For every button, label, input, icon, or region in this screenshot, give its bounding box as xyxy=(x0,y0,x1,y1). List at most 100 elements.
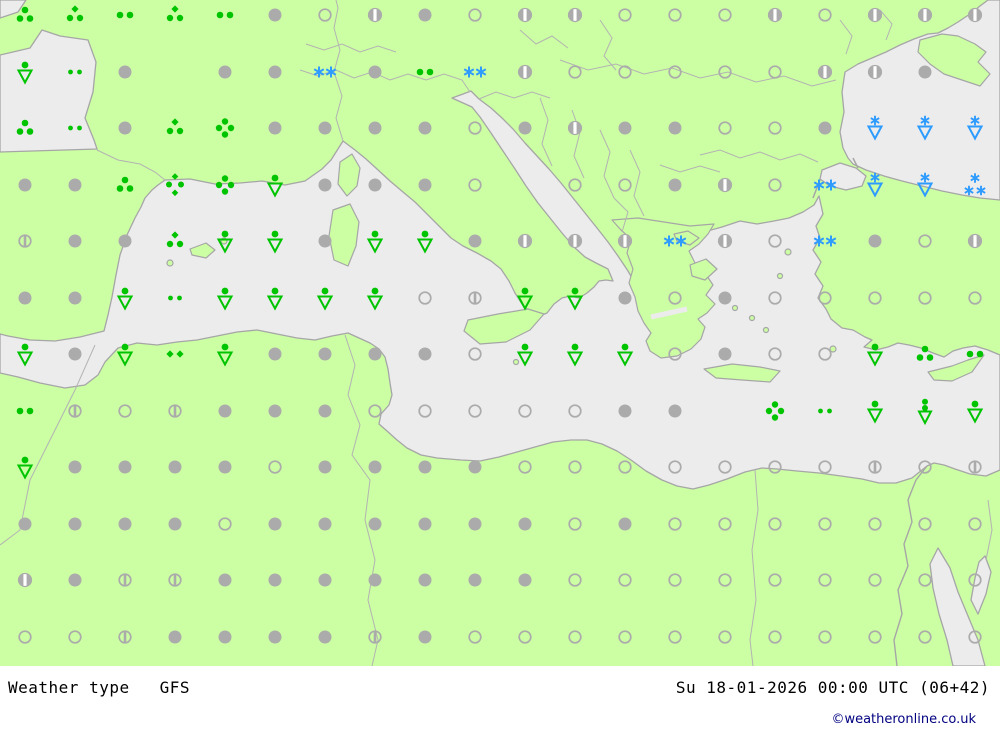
weather-symbol-snsh: snow shower xyxy=(866,115,884,141)
weather-symbol-c0: clear sky xyxy=(668,8,682,22)
weather-symbol-c0: clear sky xyxy=(718,630,732,644)
weather-symbol-c6: mostly cloudy xyxy=(17,572,33,588)
weather-symbol-c8: overcast xyxy=(68,178,82,192)
weather-symbol-c8: overcast xyxy=(318,517,332,531)
weather-symbol-c8: overcast xyxy=(468,517,482,531)
weather-symbol-c8: overcast xyxy=(318,178,332,192)
weather-symbol-dzr4: heavy drizzle and rain xyxy=(166,173,184,197)
weather-symbol-c6: mostly cloudy xyxy=(517,233,533,249)
weather-symbol-c0: clear sky xyxy=(918,630,932,644)
weather-symbol-c0: clear sky xyxy=(468,347,482,361)
weather-symbol-dzr: drizzle and rain xyxy=(166,5,184,22)
weather-symbol-c0: clear sky xyxy=(768,460,782,474)
weather-symbol-c8: overcast xyxy=(318,347,332,361)
weather-symbol-c8: overcast xyxy=(318,234,332,248)
weather-symbol-r4: heavy rain xyxy=(215,175,235,195)
weather-symbol-c8: overcast xyxy=(268,347,282,361)
weather-symbol-c0: clear sky xyxy=(518,460,532,474)
weather-symbol-sh: rain shower xyxy=(266,287,284,311)
weather-symbol-c8: overcast xyxy=(368,65,382,79)
weather-symbol-c4: partly cloudy xyxy=(68,404,82,418)
weather-symbol-c8: overcast xyxy=(318,121,332,135)
weather-symbol-c6: mostly cloudy xyxy=(717,177,733,193)
weather-symbol-c6: mostly cloudy xyxy=(567,120,583,136)
weather-symbol-c8: overcast xyxy=(418,573,432,587)
weather-symbol-c8: overcast xyxy=(18,517,32,531)
weather-symbol-dzs: light drizzle xyxy=(818,408,832,414)
weather-symbol-c0: clear sky xyxy=(768,517,782,531)
weather-symbol-c0: clear sky xyxy=(818,291,832,305)
weather-symbol-c8: overcast xyxy=(318,404,332,418)
weather-symbol-sh: rain shower xyxy=(16,456,34,480)
weather-symbol-c0: clear sky xyxy=(968,630,982,644)
weather-symbol-c0: clear sky xyxy=(818,517,832,531)
weather-symbol-c6: mostly cloudy xyxy=(567,7,583,23)
weather-symbol-c8: overcast xyxy=(168,460,182,474)
weather-symbol-c0: clear sky xyxy=(768,630,782,644)
weather-symbol-c0: clear sky xyxy=(568,630,582,644)
weather-symbol-c0: clear sky xyxy=(468,404,482,418)
weather-symbol-c6: mostly cloudy xyxy=(517,64,533,80)
weather-symbol-c0: clear sky xyxy=(618,178,632,192)
weather-symbol-sh: rain shower xyxy=(416,230,434,254)
weather-symbol-c8: overcast xyxy=(868,234,882,248)
weather-symbol-c4: partly cloudy xyxy=(18,234,32,248)
weather-symbol-c8: overcast xyxy=(68,347,82,361)
weather-symbol-sh: rain shower xyxy=(266,174,284,198)
weather-symbol-c8: overcast xyxy=(468,234,482,248)
weather-symbol-c8: overcast xyxy=(268,404,282,418)
weather-symbol-c0: clear sky xyxy=(768,234,782,248)
weather-symbol-c4: partly cloudy xyxy=(868,460,882,474)
weather-symbol-r3: rain xyxy=(116,176,134,192)
weather-symbol-c8: overcast xyxy=(668,178,682,192)
weather-symbol-c8: overcast xyxy=(268,630,282,644)
weather-symbol-c8: overcast xyxy=(168,630,182,644)
weather-symbol-c8: overcast xyxy=(518,121,532,135)
weather-symbol-c0: clear sky xyxy=(468,178,482,192)
weather-symbol-c8: overcast xyxy=(418,460,432,474)
weather-symbol-c0: clear sky xyxy=(718,517,732,531)
weather-symbol-sh: rain shower xyxy=(216,343,234,367)
weather-symbol-dzs: light drizzle xyxy=(168,295,182,301)
weather-symbol-c8: overcast xyxy=(368,460,382,474)
weather-symbol-c8: overcast xyxy=(18,178,32,192)
weather-symbol-c0: clear sky xyxy=(818,347,832,361)
weather-symbol-c4: partly cloudy xyxy=(118,573,132,587)
weather-symbol-c8: overcast xyxy=(118,460,132,474)
weather-symbol-c8: overcast xyxy=(218,404,232,418)
weather-symbol-c8: overcast xyxy=(118,234,132,248)
weather-symbol-c0: clear sky xyxy=(568,404,582,418)
weather-symbol-c8: overcast xyxy=(68,291,82,305)
weather-symbol-c8: overcast xyxy=(268,517,282,531)
weather-symbol-c0: clear sky xyxy=(668,630,682,644)
weather-symbol-c0: clear sky xyxy=(918,573,932,587)
copyright-link[interactable]: ©weatheronline.co.uk xyxy=(831,712,976,727)
weather-symbol-sh: rain shower xyxy=(16,343,34,367)
weather-symbol-sh: rain shower xyxy=(366,287,384,311)
weather-symbol-c8: overcast xyxy=(468,460,482,474)
weather-symbol-r2: light rain xyxy=(416,68,434,76)
weather-symbol-c0: clear sky xyxy=(518,404,532,418)
weather-symbol-c0: clear sky xyxy=(568,573,582,587)
weather-symbol-c0: clear sky xyxy=(268,460,282,474)
weather-symbol-c0: clear sky xyxy=(918,517,932,531)
weather-symbol-c8: overcast xyxy=(718,291,732,305)
weather-symbol-r4: heavy rain xyxy=(215,118,235,138)
weather-symbol-c0: clear sky xyxy=(918,460,932,474)
weather-symbol-sh: rain shower xyxy=(366,230,384,254)
weather-symbol-c0: clear sky xyxy=(918,291,932,305)
weather-symbol-c0: clear sky xyxy=(868,630,882,644)
weather-symbol-c8: overcast xyxy=(218,65,232,79)
weather-symbol-c8: overcast xyxy=(218,460,232,474)
weather-symbol-sn: snow xyxy=(813,179,837,191)
weather-symbol-c0: clear sky xyxy=(768,178,782,192)
weather-symbol-sn3: heavy snow xyxy=(964,173,986,196)
weather-symbol-sh: rain shower xyxy=(516,287,534,311)
weather-symbol-c8: overcast xyxy=(268,573,282,587)
weather-symbol-c8: overcast xyxy=(518,517,532,531)
weather-symbol-c8: overcast xyxy=(418,121,432,135)
weather-symbol-c6: mostly cloudy xyxy=(517,7,533,23)
weather-symbol-c8: overcast xyxy=(18,291,32,305)
weather-symbol-c0: clear sky xyxy=(668,460,682,474)
weather-symbol-sh: rain shower xyxy=(16,61,34,85)
